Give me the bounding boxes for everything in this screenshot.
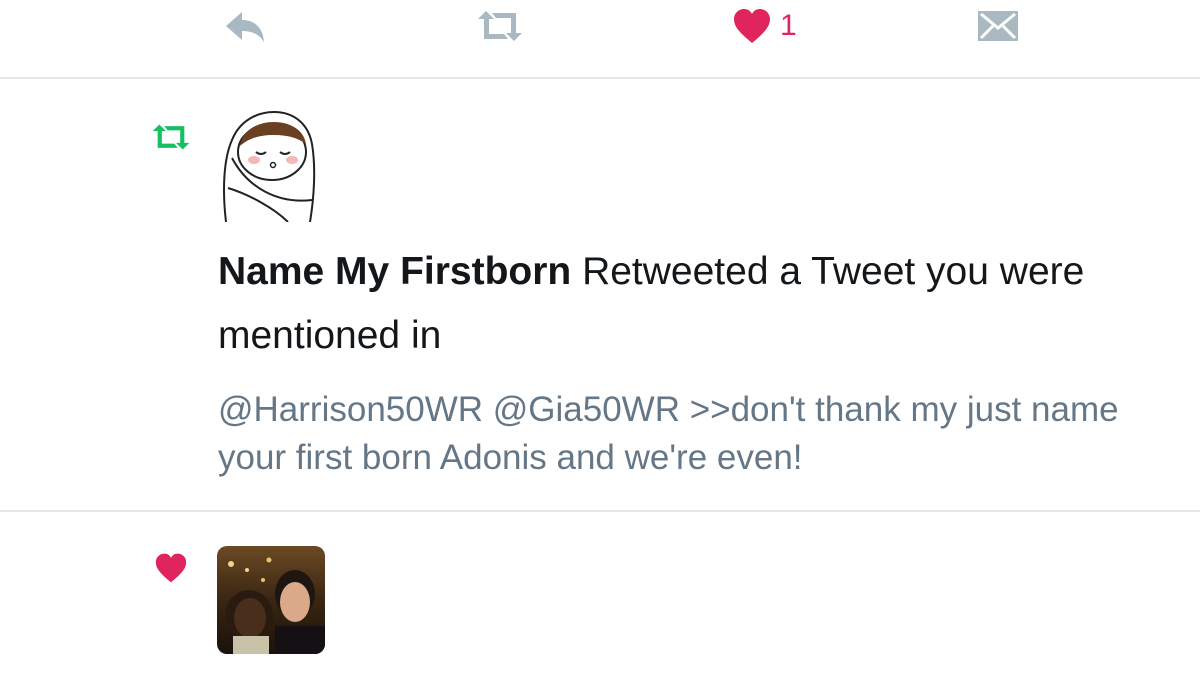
retweet-icon <box>474 8 526 44</box>
avatar[interactable] <box>218 108 324 223</box>
notifications-page: 1 Name My Firstborn Retweeted a Tweet yo… <box>0 0 1200 675</box>
divider <box>0 510 1200 512</box>
heart-icon <box>732 7 772 45</box>
divider <box>0 77 1200 79</box>
reply-icon <box>222 6 268 46</box>
notification-title: Name My Firstborn Retweeted a Tweet you … <box>218 240 1158 368</box>
reply-button[interactable] <box>222 4 268 48</box>
envelope-icon <box>976 8 1020 44</box>
actor-name[interactable]: Name My Firstborn <box>218 250 571 293</box>
like-button[interactable]: 1 <box>732 4 797 48</box>
retweet-icon <box>148 122 194 157</box>
avatar[interactable] <box>217 546 325 654</box>
tweet-text[interactable]: @Harrison50WR @Gia50WR >>don't thank my … <box>218 386 1158 482</box>
direct-message-button[interactable] <box>976 4 1020 48</box>
retweet-button[interactable] <box>474 4 526 48</box>
like-count: 1 <box>780 9 797 42</box>
heart-icon <box>154 552 188 589</box>
tweet-action-bar: 1 <box>0 0 1200 78</box>
